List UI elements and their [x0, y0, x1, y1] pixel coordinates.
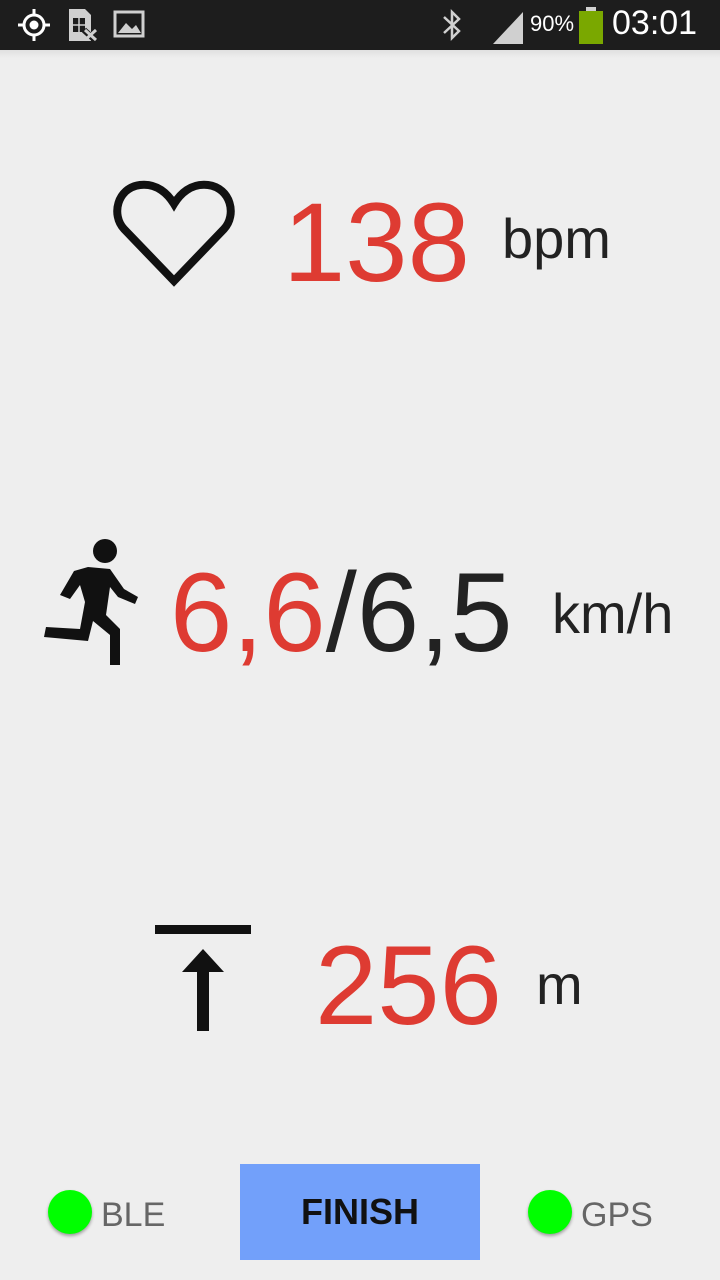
battery-icon [578, 7, 604, 49]
location-icon [17, 8, 51, 46]
ble-status-indicator [48, 1190, 92, 1234]
speed-average: 6,5 [356, 550, 513, 675]
gps-status-indicator [528, 1190, 572, 1234]
altitude-up-icon [155, 923, 251, 1037]
ble-label: BLE [101, 1196, 166, 1234]
heart-rate-value: 138 [283, 180, 470, 305]
bluetooth-icon [440, 8, 464, 46]
finish-button[interactable]: FINISH [240, 1164, 480, 1260]
altitude-unit: m [536, 953, 583, 1016]
signal-icon [491, 10, 525, 48]
heart-rate-unit: bpm [502, 207, 611, 270]
runner-icon [40, 537, 140, 673]
status-bar: 90% 03:01 [0, 0, 720, 50]
clock: 03:01 [612, 4, 698, 42]
altitude-value: 256 [315, 923, 502, 1048]
gps-label: GPS [581, 1196, 653, 1234]
speed-separator: / [325, 550, 357, 675]
speed-values: 6,6/6,5 [170, 557, 513, 669]
speed-current: 6,6 [170, 550, 326, 675]
battery-percent: 90% [530, 11, 575, 36]
sim-off-icon [66, 8, 99, 46]
status-bar-shadow [0, 50, 720, 58]
image-icon [113, 8, 145, 44]
speed-unit: km/h [552, 582, 674, 645]
heart-icon [113, 178, 235, 292]
